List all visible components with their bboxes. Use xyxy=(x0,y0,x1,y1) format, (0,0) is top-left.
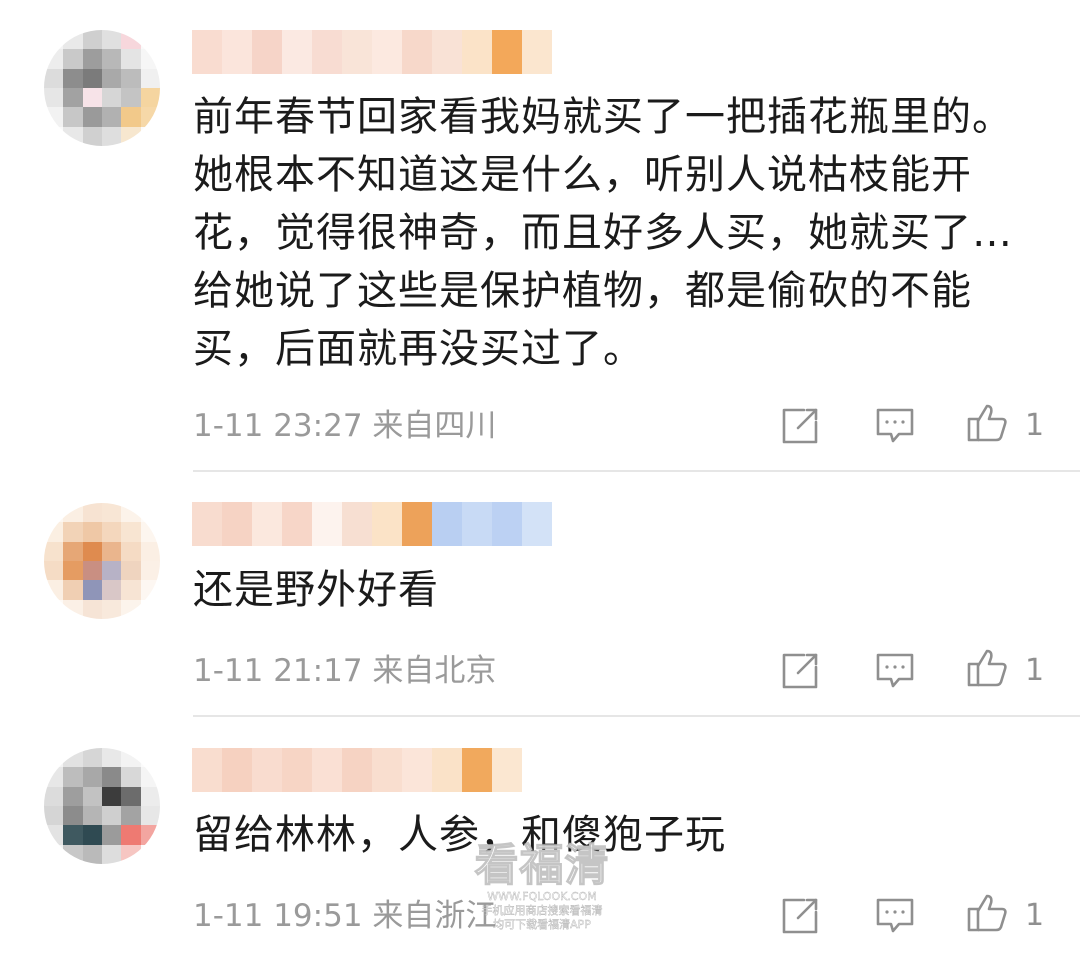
username-blurred[interactable] xyxy=(192,30,552,74)
like-count: 1 xyxy=(1025,898,1045,933)
share-edit-icon[interactable] xyxy=(780,896,820,936)
share-edit-icon[interactable] xyxy=(780,406,820,446)
username-blurred[interactable] xyxy=(192,748,552,792)
thumbs-up-icon[interactable] xyxy=(967,893,1007,933)
comment-text: 还是野外好看 xyxy=(193,567,439,613)
comment-time: 1-11 23:27 xyxy=(193,408,363,444)
comment-text: 留给林林，人参，和傻狍子玩 xyxy=(193,812,726,858)
comment-text: 前年春节回家看我妈就买了一把插花瓶里的。 她根本不知道这是什么，听别人说枯枝能开… xyxy=(193,94,1013,372)
comment-location: 来自四川 xyxy=(372,408,497,444)
avatar[interactable] xyxy=(44,30,160,146)
comment-divider xyxy=(193,715,1080,717)
avatar[interactable] xyxy=(44,748,160,864)
comment-bubble-icon[interactable] xyxy=(875,406,915,446)
thumbs-up-icon[interactable] xyxy=(967,648,1007,688)
share-edit-icon[interactable] xyxy=(780,651,820,691)
comment-divider xyxy=(193,470,1080,472)
comment-meta: 1-11 23:27 来自四川 xyxy=(193,406,496,446)
like-count: 1 xyxy=(1025,653,1045,688)
comment-location: 来自浙江 xyxy=(372,898,497,934)
comment-time: 1-11 21:17 xyxy=(193,653,363,689)
comment-bubble-icon[interactable] xyxy=(875,896,915,936)
username-blurred[interactable] xyxy=(192,502,552,546)
comment-location: 来自北京 xyxy=(372,653,497,689)
like-count: 1 xyxy=(1025,408,1045,443)
comment-time: 1-11 19:51 xyxy=(193,898,363,934)
comment-list: 前年春节回家看我妈就买了一把插花瓶里的。 她根本不知道这是什么，听别人说枯枝能开… xyxy=(0,0,1080,956)
comment-meta: 1-11 21:17 来自北京 xyxy=(193,651,496,691)
thumbs-up-icon[interactable] xyxy=(967,403,1007,443)
comment-meta: 1-11 19:51 来自浙江 xyxy=(193,896,496,936)
comment-bubble-icon[interactable] xyxy=(875,651,915,691)
avatar[interactable] xyxy=(44,503,160,619)
